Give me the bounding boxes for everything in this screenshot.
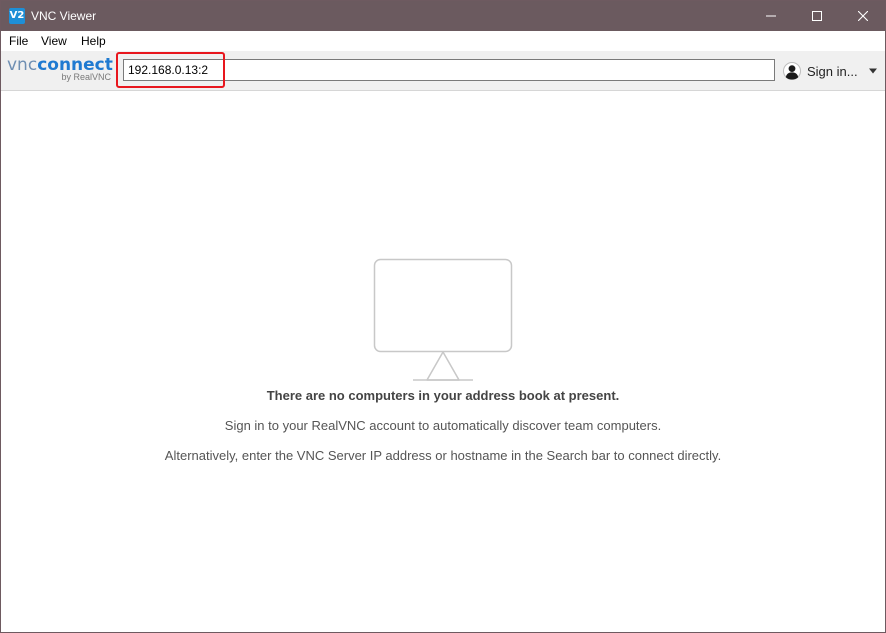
address-book-area: There are no computers in your address b… xyxy=(1,91,885,632)
title-bar[interactable]: V2 VNC Viewer xyxy=(1,1,885,31)
empty-state-title: There are no computers in your address b… xyxy=(266,388,620,403)
sign-in-label: Sign in... xyxy=(807,63,858,79)
minimize-icon xyxy=(766,15,776,17)
menu-help[interactable]: Help xyxy=(81,31,106,51)
logo-byline: by RealVNC xyxy=(61,72,111,82)
maximize-icon xyxy=(812,11,822,21)
vnc-viewer-window: V2 VNC Viewer File View Help vncconnect xyxy=(0,0,886,633)
toolbar: vncconnect by RealVNC Sign in... xyxy=(1,51,885,91)
empty-state-search-hint: Alternatively, enter the VNC Server IP a… xyxy=(164,448,722,463)
menu-file[interactable]: File xyxy=(9,31,28,51)
close-button[interactable] xyxy=(840,1,885,31)
chevron-down-icon[interactable] xyxy=(868,68,878,74)
maximize-button[interactable] xyxy=(794,1,840,31)
minimize-button[interactable] xyxy=(748,1,794,31)
close-icon xyxy=(858,11,868,21)
window-title: VNC Viewer xyxy=(31,9,97,23)
vnc-app-icon: V2 xyxy=(9,8,25,24)
logo-vnc-text: vnc xyxy=(7,55,38,75)
empty-state-signin-hint: Sign in to your RealVNC account to autom… xyxy=(224,418,662,433)
menu-view[interactable]: View xyxy=(41,31,67,51)
vnc-connect-logo: vncconnect by RealVNC xyxy=(7,55,115,85)
sign-in-button[interactable]: Sign in... xyxy=(783,60,878,82)
search-input[interactable] xyxy=(123,59,775,81)
menu-bar: File View Help xyxy=(1,31,885,51)
user-avatar-icon xyxy=(783,62,801,80)
monitor-icon xyxy=(373,258,513,381)
